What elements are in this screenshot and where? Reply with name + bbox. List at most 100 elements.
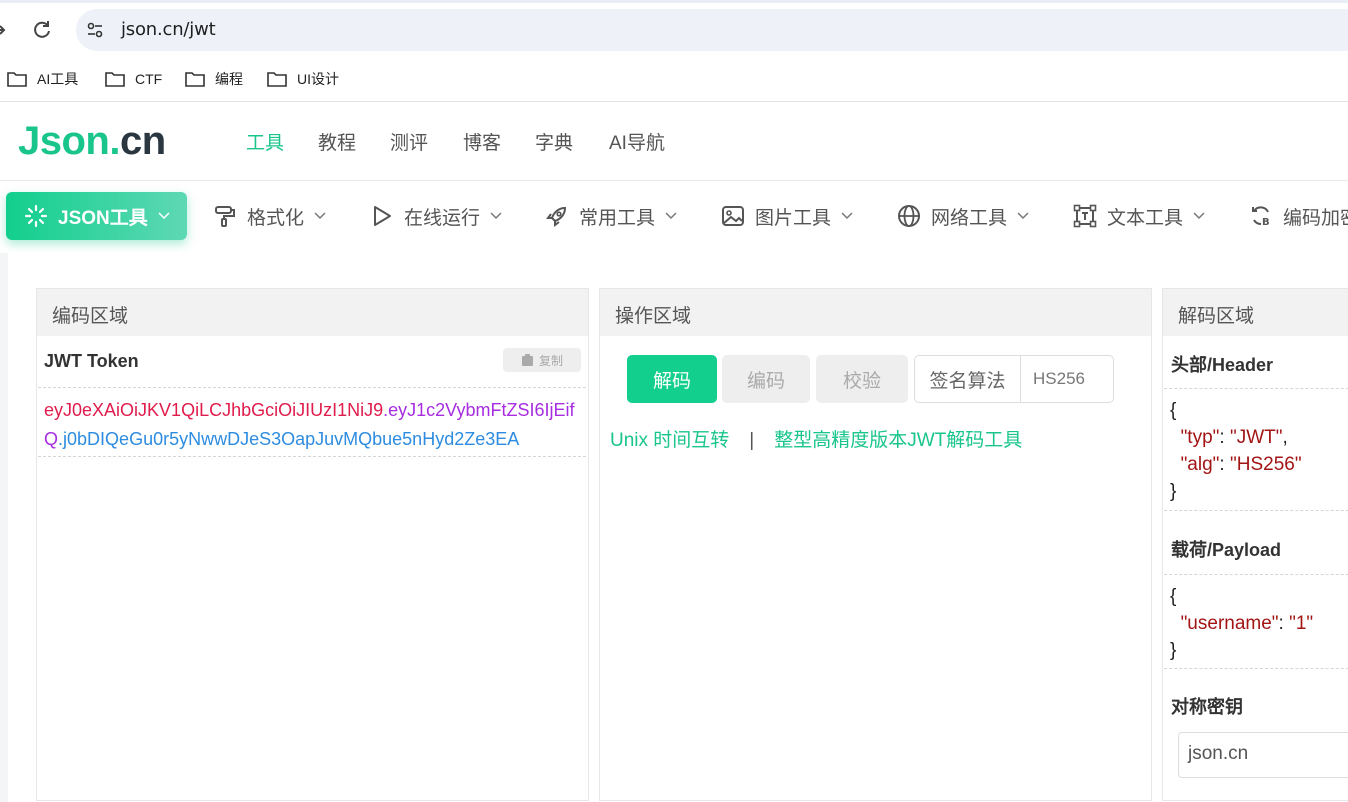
globe-icon — [897, 204, 921, 228]
content-left-gutter — [0, 253, 8, 802]
payload-json-output[interactable]: { "username": "1" } — [1164, 574, 1348, 669]
signature-algorithm-select[interactable]: 签名算法 HS256 — [914, 355, 1114, 403]
header-json-output[interactable]: { "typ": "JWT", "alg": "HS256" } — [1164, 388, 1348, 511]
menu-label: 文本工具 — [1107, 207, 1184, 229]
decode-button[interactable]: 解码 — [627, 355, 717, 403]
bookmark-folder-ui-design[interactable]: UI设计 — [267, 67, 339, 91]
chevron-down-icon — [1017, 212, 1029, 220]
chevron-down-icon — [1193, 212, 1205, 220]
bookmark-label: CTF — [135, 71, 163, 87]
jwt-token-heading: JWT Token — [44, 351, 139, 371]
high-precision-jwt-link[interactable]: 整型高精度版本JWT解码工具 — [774, 430, 1022, 451]
action-panel: 操作区域 解码 编码 校验 签名算法 HS256 Unix 时间互转 | 整型高精度… — [599, 288, 1152, 801]
json-value-typ: "JWT" — [1229, 427, 1283, 448]
decode-panel-title: 解码区域 — [1163, 289, 1348, 336]
bookmark-folder-ai-tools[interactable]: AI工具 — [7, 67, 78, 91]
play-icon — [370, 204, 394, 228]
json-key-username: "username" — [1180, 613, 1279, 634]
reload-icon[interactable] — [30, 18, 54, 42]
alg-value: HS256 — [1033, 369, 1085, 388]
bookmark-label: UI设计 — [297, 71, 339, 87]
action-panel-title: 操作区域 — [600, 289, 1151, 336]
image-icon — [721, 204, 745, 228]
folder-icon — [7, 72, 27, 87]
logo-cn: cn — [119, 119, 166, 163]
menu-format[interactable]: 格式化 — [213, 192, 326, 240]
menu-image-tools[interactable]: 图片工具 — [721, 192, 853, 240]
menu-label: 网络工具 — [931, 207, 1008, 229]
json-colon: : — [1219, 427, 1230, 448]
header-heading: 头部/Header — [1171, 355, 1274, 375]
menu-text-tools[interactable]: 文本工具 — [1073, 192, 1205, 240]
secret-key-input[interactable]: json.cn — [1178, 732, 1348, 778]
text-frame-icon — [1073, 204, 1097, 228]
rocket-icon — [545, 204, 569, 228]
folder-icon — [105, 72, 125, 87]
verify-button[interactable]: 校验 — [816, 355, 908, 403]
nav-dictionary[interactable]: 字典 — [535, 128, 573, 155]
chevron-down-icon — [314, 212, 326, 220]
chevron-down-icon — [665, 212, 677, 220]
bookmarks-bar: AI工具 CTF 编程 UI设计 — [0, 60, 1348, 102]
brace-close: } — [1170, 481, 1177, 502]
nav-ai-navigation[interactable]: AI导航 — [609, 128, 665, 155]
nav-blog[interactable]: 博客 — [463, 128, 501, 155]
brace-open: { — [1170, 586, 1177, 607]
json-colon: : — [1219, 454, 1230, 475]
logo-json: Json — [18, 119, 110, 163]
bookmark-folder-ctf[interactable]: CTF — [105, 67, 162, 91]
payload-heading: 载荷/Payload — [1171, 540, 1282, 560]
json-key-alg: "alg" — [1180, 454, 1220, 475]
folder-icon — [185, 72, 205, 87]
menu-common-tools[interactable]: 常用工具 — [545, 192, 677, 240]
bookmark-folder-programming[interactable]: 编程 — [185, 67, 243, 91]
jwt-token-input[interactable]: eyJ0eXAiOiJKV1QiLCJhbGciOiJIUzI1NiJ9.eyJ… — [38, 387, 586, 457]
omnibox[interactable] — [76, 9, 1348, 51]
site-logo[interactable]: Json.cn — [18, 119, 166, 164]
nav-tutorials[interactable]: 教程 — [318, 128, 356, 155]
menu-label: 图片工具 — [755, 207, 832, 229]
alg-label: 签名算法 — [915, 356, 1021, 402]
bookmark-label: AI工具 — [37, 71, 79, 87]
clipboard-icon — [521, 354, 533, 366]
token-signature-part: j0bDIQeGu0r5yNwwDJeS3OapJuvMQbue5nHyd2Ze… — [63, 429, 520, 449]
menu-network-tools[interactable]: 网络工具 — [897, 192, 1029, 240]
menu-run-online[interactable]: 在线运行 — [370, 192, 502, 240]
site-settings-icon[interactable] — [85, 20, 105, 40]
secret-key-heading: 对称密钥 — [1171, 697, 1243, 717]
json-comma: , — [1282, 427, 1288, 448]
copy-label: 复制 — [538, 353, 563, 368]
menu-label: JSON工具 — [58, 207, 148, 229]
nav-reviews[interactable]: 测评 — [390, 128, 428, 155]
json-value-username: "1" — [1289, 613, 1314, 634]
brace-open: { — [1170, 400, 1177, 421]
menu-label: 编码加密 — [1283, 207, 1348, 229]
copy-button[interactable]: 复制 — [503, 348, 581, 372]
paint-roller-icon — [213, 204, 237, 228]
sparkle-icon — [24, 204, 48, 228]
token-header-part: eyJ0eXAiOiJKV1QiLCJhbGciOiJIUzI1NiJ9 — [44, 400, 384, 420]
menu-encode-encrypt[interactable]: B 编码加密 — [1249, 192, 1348, 240]
decode-panel: 解码区域 头部/Header { "typ": "JWT", "alg": "H… — [1162, 288, 1348, 801]
tab-strip-edge — [0, 0, 1348, 3]
link-separator: | — [749, 430, 755, 451]
logo-dot: . — [109, 119, 120, 163]
bookmark-label: 编程 — [215, 71, 243, 87]
encode-panel-title: 编码区域 — [37, 289, 588, 336]
nav-tools[interactable]: 工具 — [246, 128, 284, 155]
tool-links: Unix 时间互转 | 整型高精度版本JWT解码工具 — [610, 425, 1022, 452]
svg-text:B: B — [1262, 217, 1270, 228]
forward-arrow-icon[interactable] — [0, 20, 10, 40]
site-header: Json.cn 工具 教程 测评 博客 字典 AI导航 — [0, 102, 1348, 181]
url-text[interactable]: json.cn/jwt — [121, 19, 216, 40]
tool-category-bar: JSON工具 格式化 在线运行 常用工具 图片工具 网络工具 文本工具 B 编码… — [0, 181, 1348, 253]
chevron-down-icon — [490, 212, 502, 220]
unix-time-link[interactable]: Unix 时间互转 — [610, 430, 729, 451]
encode-button[interactable]: 编码 — [722, 355, 810, 403]
menu-json-tools[interactable]: JSON工具 — [6, 192, 187, 240]
menu-label: 在线运行 — [404, 207, 481, 229]
json-key-typ: "typ" — [1180, 427, 1220, 448]
brace-close: } — [1170, 640, 1177, 661]
folder-icon — [267, 72, 287, 87]
menu-label: 常用工具 — [579, 207, 656, 229]
